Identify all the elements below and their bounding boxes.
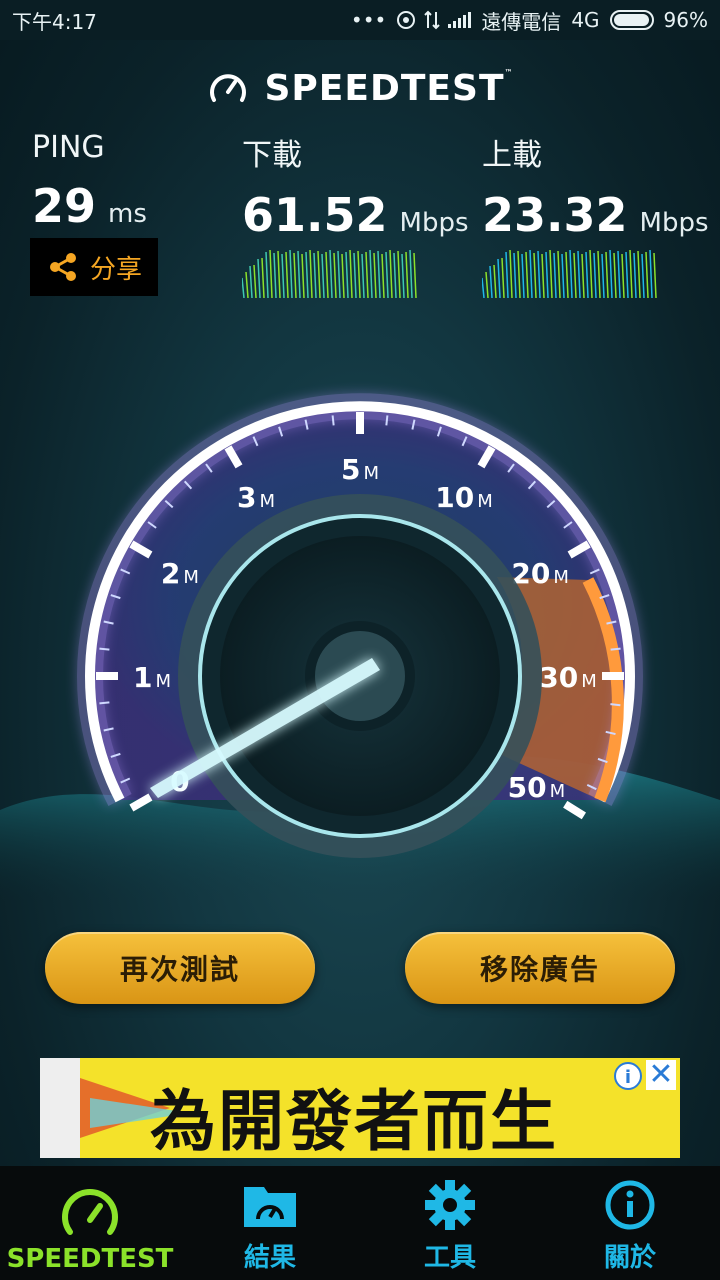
tab-label-tools: 工具 (423, 1243, 476, 1273)
carrier-name: 遠傳電信 (481, 9, 562, 34)
speedtest-logo: SPEEDTEST™ (0, 66, 720, 110)
gauge-minor-tick (99, 647, 110, 651)
gauge-minor-tick (385, 415, 389, 426)
ping-label: PING (32, 130, 105, 165)
gauge-minor-tick (99, 701, 110, 705)
status-bar: 下午4:17 ••• 遠傳電信 4G 96% (0, 0, 720, 40)
speedometer-icon (210, 74, 247, 102)
brand-title: SPEEDTEST™ (264, 68, 513, 109)
share-icon (49, 253, 76, 281)
data-transfer-icon (424, 10, 441, 30)
ping-value: 29 (32, 179, 97, 233)
tab-label-speedtest: SPEEDTEST (6, 1244, 174, 1274)
status-time: 下午4:17 (12, 9, 97, 34)
gauge-minor-tick (610, 647, 621, 651)
remove-ads-label: 移除廣告 (479, 953, 600, 986)
download-label: 下載 (242, 138, 302, 173)
info-icon (605, 1180, 655, 1230)
tab-results[interactable]: 結果 (180, 1166, 360, 1280)
ping-unit: ms (108, 199, 147, 229)
share-button[interactable]: 分享 (30, 238, 158, 296)
tab-about[interactable]: 關於 (540, 1166, 720, 1280)
bottom-tab-bar: SPEEDTEST 結果 工具 關於 (0, 1166, 720, 1280)
download-value: 61.52 (242, 188, 388, 242)
status-icons (396, 10, 472, 30)
ad-banner[interactable]: 為開發者而生 i ✕ (40, 1058, 680, 1158)
download-unit: Mbps (399, 208, 469, 238)
results-folder-icon (244, 1187, 296, 1227)
retest-button[interactable]: 再次測試 (45, 932, 315, 1004)
gauge-minor-tick (610, 703, 621, 707)
upload-label: 上載 (482, 138, 542, 173)
battery-percent: 96% (663, 8, 708, 32)
upload-sparkline (482, 249, 657, 298)
remove-ads-button[interactable]: 移除廣告 (405, 932, 675, 1004)
download-sparkline (242, 249, 417, 298)
ad-info-icon[interactable]: i (614, 1062, 642, 1090)
download-metric: 下載 61.52 Mbps (242, 130, 469, 298)
battery-icon (609, 10, 654, 30)
tab-tools[interactable]: 工具 (360, 1166, 540, 1280)
status-right: ••• 遠傳電信 4G 96% (351, 6, 708, 35)
notification-dots: ••• (350, 8, 387, 32)
network-type: 4G (571, 8, 600, 32)
tab-speedtest[interactable]: SPEEDTEST (0, 1166, 180, 1280)
trademark: ™ (504, 67, 514, 77)
upload-unit: Mbps (639, 208, 709, 238)
upload-value: 23.32 (482, 188, 628, 242)
gauge-minor-tick (331, 415, 335, 426)
brand-title-text: SPEEDTEST (264, 67, 505, 109)
retest-label: 再次測試 (119, 953, 240, 986)
upload-metric: 上載 23.32 Mbps (482, 130, 709, 298)
speed-gauge: 01M2M3M5M10M20M30M50M (0, 393, 720, 900)
ad-text: 為開發者而生 (150, 1083, 558, 1158)
ad-close-icon[interactable]: ✕ (646, 1060, 676, 1090)
signal-icon (448, 12, 472, 28)
tab-label-results: 結果 (243, 1243, 296, 1273)
hotspot-icon (397, 11, 416, 29)
tab-label-about: 關於 (603, 1243, 656, 1273)
gear-icon (425, 1180, 475, 1230)
ping-metric: PING 29 ms (32, 130, 147, 233)
speedometer-icon (62, 1189, 118, 1235)
share-label: 分享 (89, 254, 142, 285)
